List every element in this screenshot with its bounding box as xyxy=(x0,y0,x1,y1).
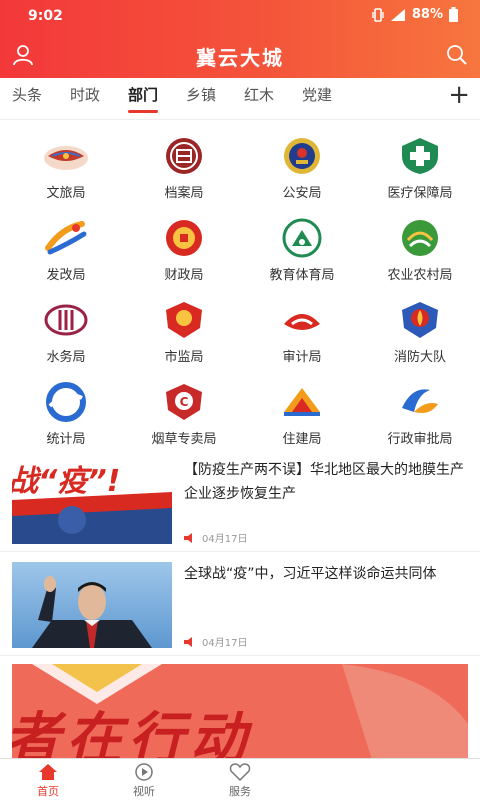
finance-icon xyxy=(166,220,202,256)
development-reform-icon xyxy=(45,221,87,255)
audio-icon[interactable] xyxy=(184,532,196,543)
dept-agriculture[interactable]: 农业农村局 xyxy=(360,212,480,292)
police-badge-icon xyxy=(284,138,320,174)
dept-label: 发改局 xyxy=(46,268,86,283)
dept-tobacco[interactable]: C 烟草专卖局 xyxy=(124,376,244,456)
thumbnail-text: 战“疫”! xyxy=(12,464,121,499)
dept-label: 市监局 xyxy=(164,350,204,365)
administrative-approval-icon xyxy=(402,389,438,413)
housing-construction-icon xyxy=(284,388,320,416)
news-title: 全球战“疫”中，习近平这样谈命运共同体 xyxy=(184,566,437,582)
archives-icon xyxy=(166,138,202,174)
nav-video[interactable]: 视听 xyxy=(114,763,174,799)
dept-label: 农业农村局 xyxy=(387,268,453,283)
dept-development-reform[interactable]: 发改局 xyxy=(6,212,126,292)
dept-label: 审计局 xyxy=(282,350,322,365)
dept-label: 烟草专卖局 xyxy=(151,432,217,447)
nav-label: 服务 xyxy=(229,785,251,798)
app-header: 9:02 88% 冀云大城 xyxy=(0,0,480,78)
dept-housing-construction[interactable]: 住建局 xyxy=(242,376,362,456)
channel-tabs: 头条 时政 部门 乡镇 红木 党建 + xyxy=(0,78,480,120)
dept-administrative-approval[interactable]: 行政审批局 xyxy=(360,376,480,456)
title-bar: 冀云大城 xyxy=(0,34,480,78)
active-tab-indicator xyxy=(128,110,158,113)
heart-icon xyxy=(229,763,251,781)
tab-towns[interactable]: 乡镇 xyxy=(186,84,216,105)
vibrate-icon xyxy=(372,7,384,22)
nav-service[interactable]: 服务 xyxy=(210,763,270,799)
banner-text: 者在行动 xyxy=(12,707,252,760)
news-meta: 04月17日 xyxy=(184,634,247,649)
dept-finance[interactable]: 财政局 xyxy=(124,212,244,292)
culture-tourism-icon xyxy=(44,146,88,170)
agriculture-icon xyxy=(402,220,438,256)
signal-icon xyxy=(390,8,405,21)
home-icon xyxy=(39,764,57,780)
dept-label: 水务局 xyxy=(46,350,86,365)
promo-banner[interactable]: 者在行动 xyxy=(12,664,468,760)
status-time: 9:02 xyxy=(28,8,63,24)
news-thumbnail xyxy=(12,562,172,648)
audio-icon[interactable] xyxy=(184,636,196,647)
tab-redwood[interactable]: 红木 xyxy=(244,84,274,105)
nav-home[interactable]: 首页 xyxy=(18,763,78,799)
dept-statistics[interactable]: 统计局 xyxy=(6,376,126,456)
battery-percent: 88% xyxy=(411,7,443,22)
dept-archives[interactable]: 档案局 xyxy=(124,130,244,210)
market-supervision-icon xyxy=(166,302,202,338)
dept-medical-security[interactable]: 医疗保障局 xyxy=(360,130,480,210)
tab-politics[interactable]: 时政 xyxy=(70,84,100,105)
dept-culture-tourism[interactable]: 文旅局 xyxy=(6,130,126,210)
dept-police[interactable]: 公安局 xyxy=(242,130,362,210)
dept-education-sports[interactable]: 教育体育局 xyxy=(242,212,362,292)
dept-fire-brigade[interactable]: 消防大队 xyxy=(360,294,480,374)
bottom-nav: 首页 视听 服务 xyxy=(0,758,480,800)
dept-audit[interactable]: 审计局 xyxy=(242,294,362,374)
medical-security-icon xyxy=(402,138,438,174)
news-meta: 04月17日 xyxy=(184,530,247,545)
tab-headline[interactable]: 头条 xyxy=(12,84,42,105)
dept-label: 文旅局 xyxy=(46,186,86,201)
news-title: 【防疫生产两不误】华北地区最大的地膜生产企业逐步恢复生产 xyxy=(184,462,464,502)
add-channel-icon[interactable]: + xyxy=(448,80,470,110)
app-title: 冀云大城 xyxy=(196,46,284,70)
tab-party-building[interactable]: 党建 xyxy=(302,84,332,105)
audit-icon xyxy=(284,314,320,330)
dept-label: 统计局 xyxy=(46,432,86,447)
nav-label: 视听 xyxy=(133,785,155,798)
water-affairs-icon xyxy=(44,304,88,336)
tab-departments[interactable]: 部门 xyxy=(128,84,158,105)
battery-icon xyxy=(449,7,458,22)
news-item[interactable]: 战“疫”! 【防疫生产两不误】华北地区最大的地膜生产企业逐步恢复生产 04月17… xyxy=(0,452,480,552)
dept-label: 消防大队 xyxy=(393,350,446,365)
svg-text:C: C xyxy=(180,395,189,409)
news-thumbnail: 战“疫”! xyxy=(12,458,172,544)
fire-brigade-icon xyxy=(402,302,438,338)
dept-label: 行政审批局 xyxy=(387,432,453,447)
system-indicators: 88% xyxy=(372,7,458,22)
news-date: 04月17日 xyxy=(202,638,248,649)
dept-label: 财政局 xyxy=(164,268,204,283)
dept-label: 教育体育局 xyxy=(269,268,335,283)
nav-label: 首页 xyxy=(37,785,59,798)
news-item[interactable]: 全球战“疫”中，习近平这样谈命运共同体 04月17日 xyxy=(0,556,480,656)
dept-label: 住建局 xyxy=(282,432,322,447)
tobacco-icon: C xyxy=(166,384,202,420)
dept-label: 医疗保障局 xyxy=(387,186,453,201)
education-sports-icon xyxy=(282,218,322,258)
news-date: 04月17日 xyxy=(202,534,248,545)
statistics-icon xyxy=(46,382,86,422)
status-bar: 9:02 88% xyxy=(0,0,480,32)
dept-label: 公安局 xyxy=(282,186,322,201)
play-icon xyxy=(135,763,153,781)
dept-market-supervision[interactable]: 市监局 xyxy=(124,294,244,374)
dept-water-affairs[interactable]: 水务局 xyxy=(6,294,126,374)
dept-label: 档案局 xyxy=(164,186,204,201)
search-icon[interactable] xyxy=(446,44,468,66)
